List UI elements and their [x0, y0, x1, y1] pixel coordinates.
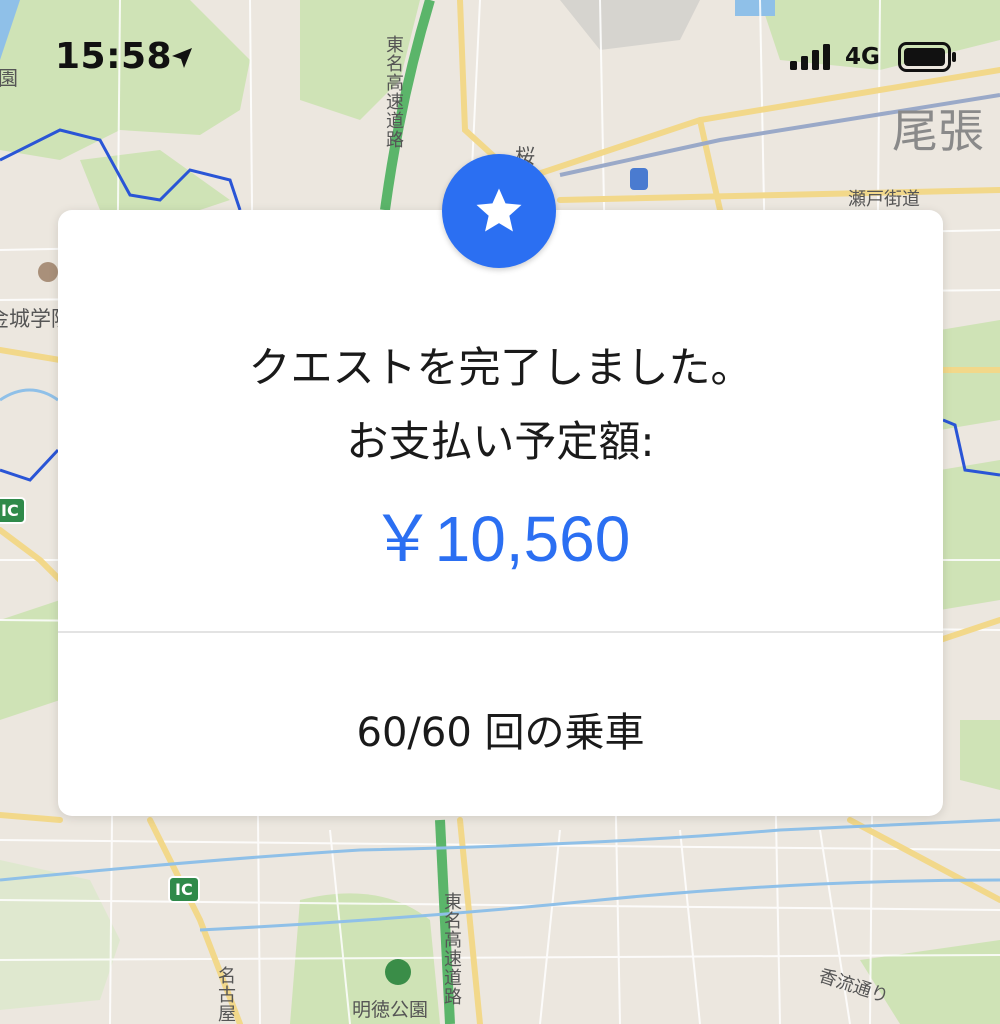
quest-badge — [442, 154, 556, 268]
map-label-meitoku-park: 明徳公園 — [352, 999, 429, 1021]
battery-icon — [898, 42, 956, 72]
ic-badge: IC — [168, 876, 200, 903]
map-label-tomei-bottom: 東名高速道路 — [441, 892, 462, 1006]
map-label-seto-kaido: 瀬戸街道 — [848, 189, 920, 210]
card-divider — [58, 631, 943, 633]
network-type: 4G — [845, 44, 880, 70]
map-label-nagoya: 名古屋 — [215, 966, 236, 1023]
status-time: 15:58 — [55, 36, 173, 77]
location-arrow-icon — [172, 48, 192, 68]
ic-badge: IC — [0, 497, 26, 524]
star-icon — [476, 188, 522, 232]
quest-complete-message: クエストを完了しました。 — [248, 343, 753, 392]
signal-icon — [790, 44, 830, 70]
ride-count: 60/60 回の乗車 — [356, 710, 645, 756]
payment-expected-label: お支払い予定額: — [346, 417, 655, 466]
payment-amount: ￥10,560 — [370, 503, 631, 575]
status-bar: 15:58 4G — [0, 0, 1000, 110]
